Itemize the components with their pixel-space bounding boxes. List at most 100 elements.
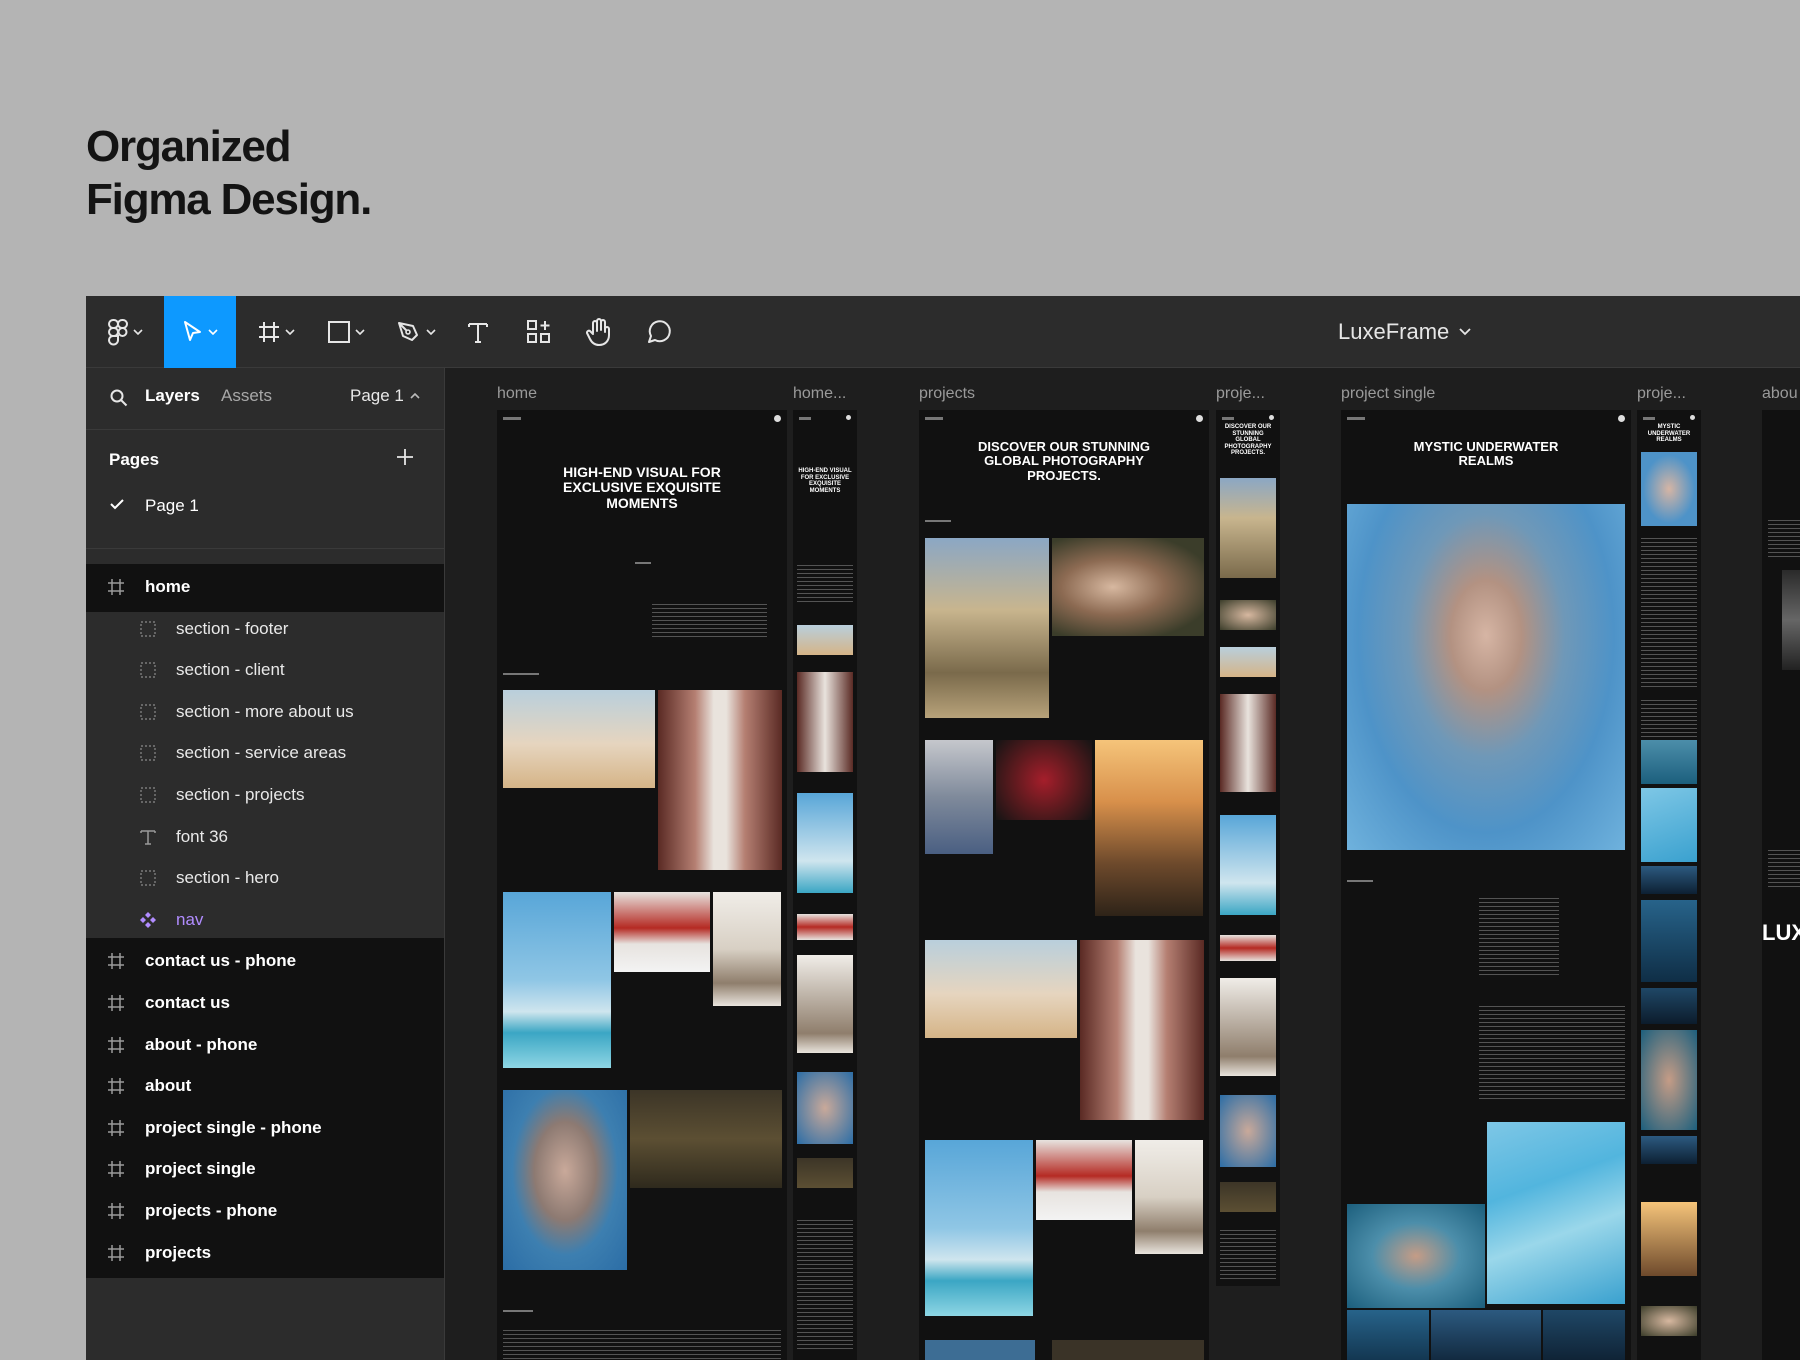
resources-components-icon <box>527 320 550 343</box>
sidebar-divider <box>86 548 444 549</box>
image-underwater-glasses <box>1641 740 1697 784</box>
frame-grid-icon <box>259 322 279 342</box>
comment-tool-button[interactable] <box>634 296 684 368</box>
home-services-list <box>503 1330 781 1360</box>
frame-home[interactable]: HIGH-END VISUAL FOR EXCLUSIVE EXQUISITE … <box>497 410 787 1360</box>
image-sunset-woman <box>1641 1202 1697 1276</box>
home-hero-title: HIGH-END VISUAL FOR EXCLUSIVE EXQUISITE … <box>563 464 721 511</box>
frame-nav-dot <box>1618 415 1625 422</box>
projects-title: DISCOVER OUR STUNNING GLOBAL PHOTOGRAPHY… <box>978 439 1150 483</box>
image-diver <box>1543 1310 1625 1360</box>
project-single-title: MYSTIC UNDERWATER REALMS <box>1413 439 1559 469</box>
pen-nib-icon <box>398 322 418 341</box>
image-pool-standing <box>1641 788 1697 862</box>
sidebar-tabs: Layers Assets Page 1 <box>86 368 444 430</box>
frame-label-home[interactable]: home <box>497 385 537 403</box>
tab-layers[interactable]: Layers <box>145 386 200 406</box>
layer-item-label: section - footer <box>176 618 289 638</box>
page-selector-label: Page 1 <box>350 386 404 405</box>
frame-label-project-single[interactable]: project single <box>1341 385 1435 403</box>
file-name: LuxeFrame <box>1338 319 1450 344</box>
comment-bubble-icon <box>648 320 671 343</box>
image-red-corridor <box>797 672 853 772</box>
frame-nav-logo <box>1222 417 1234 420</box>
file-name-menu[interactable]: LuxeFrame <box>1338 296 1471 368</box>
image-about-portrait <box>1782 570 1800 670</box>
chevron-down-icon <box>133 329 143 335</box>
pen-tool-button[interactable] <box>388 296 444 368</box>
figma-logo-icon <box>107 319 128 346</box>
image-flower-portrait <box>1641 1306 1697 1336</box>
layer-item-label: section - service areas <box>176 743 347 763</box>
frame-tool-button[interactable] <box>248 296 304 368</box>
image-underwater-face <box>1641 1030 1697 1130</box>
text-t-icon <box>468 323 488 343</box>
chevron-down-icon <box>426 329 436 335</box>
image-next-project <box>925 1340 1035 1360</box>
canvas[interactable]: home home... projects proje... project s… <box>445 368 1800 1360</box>
image-red-cafe <box>614 892 710 972</box>
image-underwater-hero <box>1347 504 1625 850</box>
frame-home-phone[interactable]: HIGH-END VISUAL FOR EXCLUSIVE EXQUISITE … <box>793 410 857 1360</box>
layer-item-label: project single <box>145 1159 256 1179</box>
frame-label-home-phone[interactable]: home... <box>793 385 846 403</box>
layer-item-label: nav <box>176 909 204 929</box>
image-diver <box>1641 866 1697 894</box>
home-intro-text <box>652 604 767 640</box>
home-phone-title: HIGH-END VISUAL FOR EXCLUSIVE EXQUISITE … <box>798 468 852 494</box>
frame-project-single[interactable]: MYSTIC UNDERWATER REALMS <box>1341 410 1631 1360</box>
frame-projects[interactable]: DISCOVER OUR STUNNING GLOBAL PHOTOGRAPHY… <box>919 410 1209 1360</box>
frame-about[interactable]: LUX <box>1762 410 1800 1360</box>
resources-button[interactable] <box>514 296 564 368</box>
hand-tool-button[interactable] <box>574 296 624 368</box>
move-tool-button[interactable] <box>164 296 236 368</box>
search-icon[interactable] <box>110 389 128 407</box>
section-dashed-icon <box>139 786 157 809</box>
image-hikers <box>925 538 1049 718</box>
project-single-phone-title: MYSTIC UNDERWATER REALMS <box>1647 424 1691 444</box>
image-diver <box>1641 1136 1697 1164</box>
frame-label-projects[interactable]: projects <box>919 385 975 403</box>
frame-nav-dot <box>846 415 851 420</box>
image-flower-portrait <box>1220 600 1276 630</box>
page-selector[interactable]: Page 1 <box>350 386 420 406</box>
image-camel-desert <box>1220 647 1276 677</box>
page-item[interactable]: Page 1 <box>86 486 444 526</box>
frame-label-projects-phone[interactable]: proje... <box>1216 385 1265 403</box>
layer-item-label: about - phone <box>145 1034 258 1054</box>
add-page-icon[interactable] <box>396 448 414 466</box>
frame-nav-logo <box>925 417 943 420</box>
frame-projects-phone[interactable]: DISCOVER OUR STUNNING GLOBAL PHOTOGRAPHY… <box>1216 410 1280 1286</box>
image-diver <box>1347 1310 1429 1360</box>
image-pool-standing <box>1487 1122 1625 1304</box>
image-diver <box>1641 988 1697 1024</box>
image-red-corridor <box>1080 940 1204 1120</box>
home-services-label <box>503 1310 533 1312</box>
image-red-corridor <box>1220 694 1276 792</box>
headline-line-2: Figma Design. <box>86 175 372 224</box>
image-underwater-hero <box>1641 452 1697 526</box>
image-trench-coat <box>797 955 853 1053</box>
chevron-down-icon <box>1459 328 1471 336</box>
image-palm-pool <box>1220 815 1276 915</box>
about-story-text <box>1768 850 1800 890</box>
shape-tool-button[interactable] <box>318 296 374 368</box>
layer-item-label: project single - phone <box>145 1117 322 1137</box>
image-camel-desert <box>503 690 655 788</box>
image-red-cafe <box>1220 935 1276 961</box>
image-hikers <box>1220 478 1276 578</box>
main-menu-button[interactable] <box>100 296 150 368</box>
frame-label-project-single-phone[interactable]: proje... <box>1637 385 1686 403</box>
image-underwater-face <box>1220 1095 1276 1167</box>
tab-assets[interactable]: Assets <box>221 386 272 406</box>
headline-line-1: Organized <box>86 122 292 171</box>
frame-project-single-phone[interactable]: MYSTIC UNDERWATER REALMS <box>1637 410 1701 1360</box>
layer-item-projects[interactable]: projects <box>86 1229 444 1278</box>
figma-window: LuxeFrame Layers Assets Page 1 Pages Pag… <box>86 296 1800 1360</box>
frame-label-about[interactable]: abou <box>1762 385 1798 403</box>
image-underwater-face <box>797 1072 853 1144</box>
text-tool-button[interactable] <box>456 296 500 368</box>
about-wordmark: LUX <box>1762 920 1800 945</box>
frame-nav-logo <box>1643 417 1655 420</box>
projects-filter-label <box>925 520 951 522</box>
